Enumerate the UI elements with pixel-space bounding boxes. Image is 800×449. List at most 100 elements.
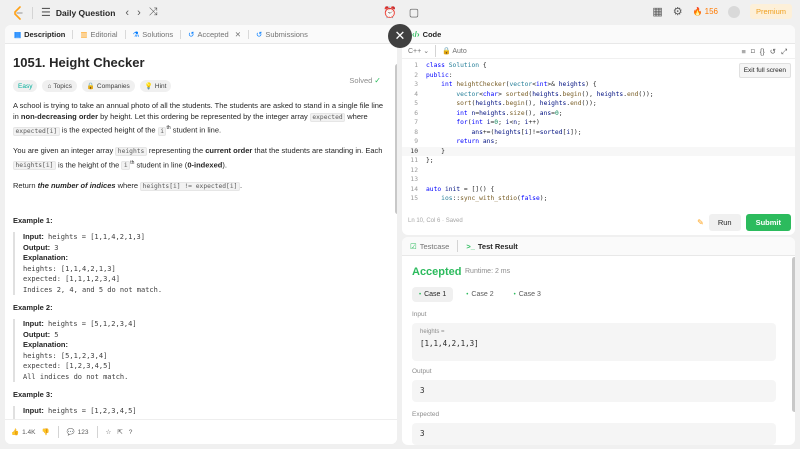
code-toolbar: C++ ⌄ 🔒 Auto [402, 44, 795, 59]
history-icon: ↺ [188, 29, 195, 39]
pass-dot-icon: • [419, 291, 422, 298]
format-icon[interactable]: ≡ [741, 47, 745, 57]
divider [248, 29, 250, 39]
solved-status: Solved ✓ [349, 76, 381, 85]
problem-title[interactable]: 1051. Height Checker [13, 55, 389, 70]
like-button[interactable]: 👍 1.4K [11, 428, 35, 437]
thumbs-down-icon: 👎 [41, 429, 50, 436]
input-value: [1,1,4,2,1,3] [420, 339, 479, 348]
tab-description[interactable]: ▤ Description [11, 30, 68, 39]
result-scrollbar[interactable] [792, 257, 795, 412]
notes-icon[interactable]: ▢ [407, 5, 421, 19]
streak-counter[interactable]: 🔥 156 [693, 7, 718, 16]
editor-status: Ln 10, Col 6 · Saved [408, 218, 463, 224]
language-select[interactable]: C++ ⌄ [408, 47, 429, 55]
expected-label: Expected [412, 411, 440, 418]
tab-testcase[interactable]: ☑ Testcase [410, 242, 449, 251]
divider [457, 240, 459, 252]
expected-box: 3 [412, 423, 776, 445]
run-controls: ✎ Run Submit [697, 214, 791, 231]
shuffle-icon[interactable]: ⤨ [149, 6, 158, 19]
companies-chip[interactable]: 🔒 Companies [81, 80, 135, 92]
checkbox-icon: ☑ [410, 241, 417, 251]
code-line: 11}; [410, 157, 434, 164]
hint-chip[interactable]: 💡 Hint [139, 80, 172, 92]
code-line: 10 } [402, 146, 795, 156]
bookmark-icon[interactable]: ⌑ [751, 47, 755, 57]
problem-content: 1051. Height Checker Solved ✓ Easy ⌂ Topic… [5, 44, 397, 419]
leetcode-logo-icon[interactable] [12, 5, 24, 20]
autocomplete-toggle[interactable]: 🔒 Auto [442, 47, 467, 55]
code-line: 9 return ans; [414, 138, 499, 145]
case-1-tab[interactable]: • Case 1 [412, 287, 454, 302]
layout-icon[interactable]: ▦ [652, 5, 662, 18]
settings-gear-icon[interactable]: ⚙ [673, 5, 683, 18]
tab-editorial[interactable]: ▥ Editorial [77, 30, 120, 39]
case-2-tab[interactable]: • Case 2 [459, 287, 500, 302]
description-scrollbar[interactable] [395, 64, 397, 214]
help-button[interactable]: ? [129, 429, 133, 436]
share-button[interactable]: ⇱ [117, 428, 122, 436]
divider [72, 29, 74, 39]
code-panel: ‹/› Code C++ ⌄ 🔒 Auto ≡ ⌑ {} ↺ ⤢ Exit fu… [402, 25, 795, 235]
result-tab-bar: ☑ Testcase >_ Test Result [402, 237, 795, 256]
tab-solutions[interactable]: ⚗ Solutions [130, 30, 177, 39]
note-icon[interactable]: ✎ [697, 218, 704, 227]
divider [180, 29, 182, 39]
divider [124, 29, 126, 39]
divider [32, 6, 33, 19]
thumbs-up-icon: 👍 [11, 429, 20, 436]
code-line: 6 int n=heights.size(), ans=0; [414, 109, 563, 117]
code-editor[interactable]: 1 class Solution { 2 public: 3 int heightC… [402, 59, 795, 209]
next-problem-icon[interactable]: › [137, 7, 141, 19]
code-line: 14 auto init = []() { [410, 185, 495, 193]
tab-submissions[interactable]: ↺ Submissions [253, 30, 311, 39]
editor-scrollbar[interactable] [792, 59, 795, 209]
comment-icon: 💬 [66, 429, 75, 436]
code-line: 3 int heightChecker(vector<int>& heights… [414, 81, 597, 88]
lock-icon: 🔒 [442, 48, 451, 55]
fullscreen-icon[interactable]: ⤢ [781, 47, 787, 57]
example-3-box: Input: heights = [1,2,3,4,5] Output: 0 [13, 406, 389, 419]
fire-icon: 🔥 [692, 7, 703, 16]
description-footer: 👍 1.4K 👎 💬 123 ☆ ⇱ ? [5, 419, 397, 444]
problem-chips: Easy ⌂ Topics 🔒 Companies 💡 Hint [13, 80, 389, 92]
tab-test-result[interactable]: >_ Test Result [466, 242, 517, 251]
code-line: 2 public: [414, 71, 453, 79]
dislike-button[interactable]: 👎 [41, 428, 49, 436]
tab-code[interactable]: Code [423, 30, 442, 39]
close-tab-icon[interactable]: ✕ [235, 30, 241, 39]
share-icon: ⇱ [117, 429, 123, 436]
tab-accepted[interactable]: ↺ Accepted ✕ [185, 30, 244, 39]
user-avatar[interactable] [727, 5, 740, 18]
prev-problem-icon[interactable]: ‹ [125, 7, 129, 19]
check-circle-icon: ✓ [374, 76, 381, 85]
verdict-label: Accepted [412, 266, 462, 278]
braces-icon[interactable]: {} [760, 47, 765, 57]
lightbulb-icon: 💡 [144, 83, 153, 90]
pass-dot-icon: • [513, 291, 516, 298]
code-tab-bar: ‹/› Code [402, 25, 795, 44]
top-bar: ☰ Daily Question ‹ › ⤨ ⏰ ▢ ▦ ⚙ 🔥 156 Prem… [0, 0, 800, 25]
submit-button[interactable]: Submit [745, 214, 791, 231]
problem-list-icon[interactable]: ☰ [41, 6, 51, 19]
result-panel: ☑ Testcase >_ Test Result Accepted Runtime… [402, 237, 795, 445]
case-3-tab[interactable]: • Case 3 [507, 287, 548, 302]
topics-chip[interactable]: ⌂ Topics [42, 80, 77, 92]
difficulty-chip: Easy [13, 80, 38, 92]
favorite-button[interactable]: ☆ [106, 428, 112, 436]
reset-icon[interactable]: ↺ [770, 47, 776, 57]
run-button[interactable]: Run [708, 214, 741, 231]
code-line: 5 sort(heights.begin(), heights.end()); [414, 100, 597, 107]
premium-button[interactable]: Premium [749, 4, 792, 19]
exit-fullscreen-button[interactable]: ✕ [388, 24, 412, 48]
example-1-box: Input: heights = [1,1,4,2,1,3] Output: 3… [13, 232, 389, 295]
example-1-title: Example 1: [13, 216, 53, 225]
daily-question-title[interactable]: Daily Question [56, 8, 116, 18]
example-2-box: Input: heights = [5,1,2,3,4] Output: 5 E… [13, 319, 389, 382]
timer-icon[interactable]: ⏰ [383, 5, 397, 19]
document-icon: ▤ [14, 29, 22, 39]
left-tab-bar: ▤ Description ▥ Editorial ⚗ Solutions ↺ Acce… [5, 25, 397, 44]
runtime-label: Runtime: 2 ms [465, 268, 511, 275]
comments-button[interactable]: 💬 123 [66, 428, 89, 437]
